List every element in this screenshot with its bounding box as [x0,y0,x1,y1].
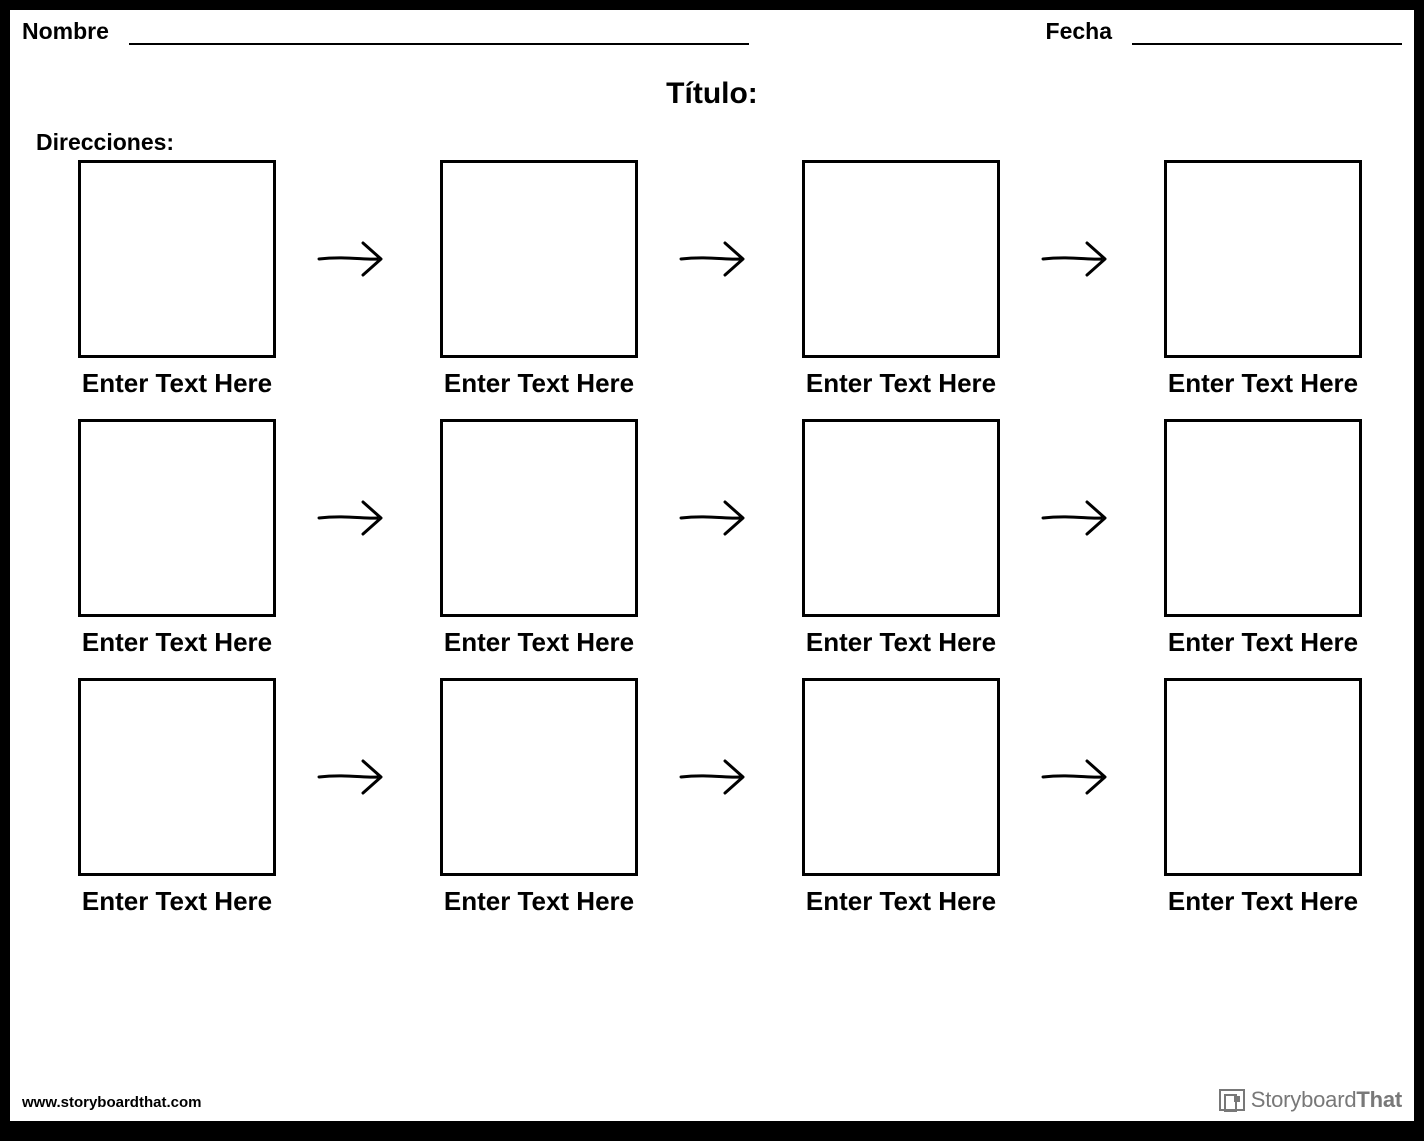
flow-caption[interactable]: Enter Text Here [444,886,634,917]
flow-box[interactable] [440,678,638,876]
flow-cell: Enter Text Here [440,678,638,917]
brand-thin: Storyboard [1251,1087,1357,1112]
flow-box[interactable] [1164,160,1362,358]
flow-caption[interactable]: Enter Text Here [1168,886,1358,917]
arrow-icon [1035,419,1129,617]
date-label: Fecha [1046,18,1112,45]
arrow-icon [673,678,767,876]
flow-cell: Enter Text Here [1164,160,1362,399]
name-label: Nombre [22,18,109,45]
flow-cell: Enter Text Here [802,678,1000,917]
flow-caption[interactable]: Enter Text Here [82,627,272,658]
flow-cell: Enter Text Here [78,160,276,399]
brand-bold: That [1356,1087,1402,1112]
storyboard-icon [1219,1089,1245,1111]
flow-caption[interactable]: Enter Text Here [806,627,996,658]
flow-cell: Enter Text Here [78,678,276,917]
flow-caption[interactable]: Enter Text Here [82,886,272,917]
flow-box[interactable] [1164,678,1362,876]
flow-caption[interactable]: Enter Text Here [1168,627,1358,658]
flow-caption[interactable]: Enter Text Here [444,627,634,658]
flow-caption[interactable]: Enter Text Here [806,368,996,399]
flow-caption[interactable]: Enter Text Here [82,368,272,399]
flow-cell: Enter Text Here [440,419,638,658]
flow-box[interactable] [802,419,1000,617]
arrow-icon [1035,160,1129,358]
header-row: Nombre Fecha [22,18,1402,49]
arrow-icon [311,678,405,876]
flow-caption[interactable]: Enter Text Here [444,368,634,399]
footer-url: www.storyboardthat.com [22,1094,201,1111]
flow-caption[interactable]: Enter Text Here [806,886,996,917]
arrow-icon [673,419,767,617]
flow-cell: Enter Text Here [1164,419,1362,658]
flow-cell: Enter Text Here [802,160,1000,399]
footer-logo: StoryboardThat [1219,1087,1402,1113]
flow-grid: Enter Text Here Enter Text Here Enter Te… [22,160,1402,917]
date-input-line[interactable] [1132,23,1402,45]
flow-row: Enter Text Here Enter Text Here Enter Te… [78,160,1362,399]
flow-box[interactable] [78,678,276,876]
flow-cell: Enter Text Here [1164,678,1362,917]
flow-box[interactable] [802,160,1000,358]
flow-caption[interactable]: Enter Text Here [1168,368,1358,399]
brand-text: StoryboardThat [1251,1087,1402,1113]
flow-box[interactable] [78,419,276,617]
directions-label: Direcciones: [36,129,1402,156]
flow-row: Enter Text Here Enter Text Here Enter Te… [78,419,1362,658]
page-title: Título: [22,77,1402,111]
worksheet-page: Nombre Fecha Título: Direcciones: Enter … [10,10,1414,1121]
flow-box[interactable] [802,678,1000,876]
arrow-icon [1035,678,1129,876]
flow-box[interactable] [440,160,638,358]
flow-row: Enter Text Here Enter Text Here Enter Te… [78,678,1362,917]
flow-cell: Enter Text Here [440,160,638,399]
flow-box[interactable] [1164,419,1362,617]
flow-cell: Enter Text Here [802,419,1000,658]
flow-box[interactable] [78,160,276,358]
flow-box[interactable] [440,419,638,617]
arrow-icon [311,419,405,617]
arrow-icon [311,160,405,358]
arrow-icon [673,160,767,358]
name-input-line[interactable] [129,23,749,45]
flow-cell: Enter Text Here [78,419,276,658]
